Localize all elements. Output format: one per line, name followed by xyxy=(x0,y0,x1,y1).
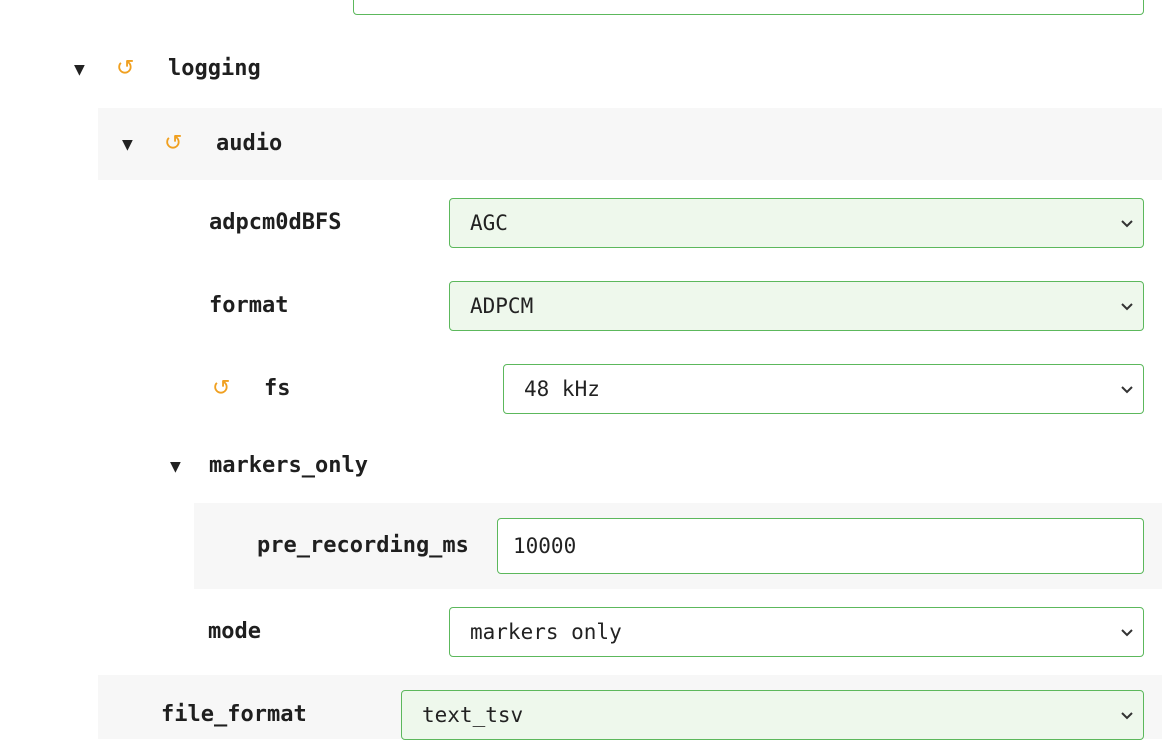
audio-collapse-arrow[interactable]: ▼ xyxy=(122,131,133,159)
fs-select[interactable]: 48 kHz xyxy=(503,364,1144,414)
fs-select-value: 48 kHz xyxy=(524,377,600,401)
logging-reset-icon[interactable]: ↺ xyxy=(116,55,134,83)
mode-select-value: markers only xyxy=(470,620,622,644)
audio-label: audio xyxy=(216,131,283,156)
mode-label: mode xyxy=(208,619,261,644)
chevron-down-icon xyxy=(1121,386,1133,394)
markers-only-label: markers_only xyxy=(209,453,368,478)
mode-select[interactable]: markers only xyxy=(449,607,1144,657)
adpcm0dbfs-select[interactable]: AGC xyxy=(449,198,1144,248)
adpcm0dbfs-select-value: AGC xyxy=(470,211,508,235)
pre-recording-ms-value: 10000 xyxy=(513,534,577,558)
chevron-down-icon xyxy=(1121,220,1133,228)
chevron-down-icon xyxy=(1121,629,1133,637)
file-format-label: file_format xyxy=(161,702,307,727)
pre-recording-ms-label: pre_recording_ms xyxy=(257,533,469,558)
fs-reset-icon[interactable]: ↺ xyxy=(212,375,230,403)
markers-only-collapse-arrow[interactable]: ▼ xyxy=(170,453,181,481)
logging-collapse-arrow[interactable]: ▼ xyxy=(74,56,85,84)
file-format-select[interactable]: text_tsv xyxy=(401,690,1144,740)
pre-recording-ms-input[interactable]: 10000 xyxy=(497,518,1144,574)
format-select-value: ADPCM xyxy=(470,294,534,318)
format-label: format xyxy=(209,293,289,318)
previous-field[interactable] xyxy=(353,0,1144,15)
chevron-down-icon xyxy=(1121,303,1133,311)
fs-label: fs xyxy=(264,376,291,401)
chevron-down-icon xyxy=(1121,712,1133,720)
format-select[interactable]: ADPCM xyxy=(449,281,1144,331)
audio-reset-icon[interactable]: ↺ xyxy=(164,130,182,158)
file-format-select-value: text_tsv xyxy=(422,703,524,727)
logging-label: logging xyxy=(168,56,261,81)
adpcm0dbfs-label: adpcm0dBFS xyxy=(209,210,342,235)
